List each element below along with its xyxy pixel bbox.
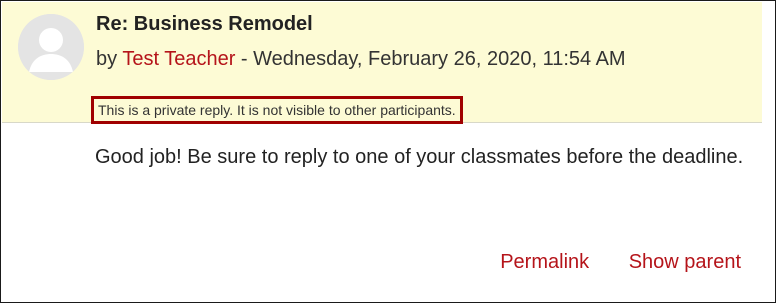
date-separator: - — [235, 48, 254, 70]
post-date: Wednesday, February 26, 2020, 11:54 AM — [253, 48, 626, 70]
author-link[interactable]: Test Teacher — [122, 48, 235, 70]
show-parent-link[interactable]: Show parent — [629, 251, 741, 273]
forum-post: Re: Business Remodel by Test Teacher - W… — [0, 0, 776, 303]
by-prefix: by — [96, 48, 123, 70]
permalink-link[interactable]: Permalink — [500, 251, 589, 273]
user-silhouette-icon — [18, 14, 84, 80]
private-reply-notice: This is a private reply. It is not visib… — [91, 96, 463, 124]
user-avatar[interactable] — [18, 14, 84, 80]
post-byline: by Test Teacher - Wednesday, February 26… — [96, 48, 626, 71]
post-title: Re: Business Remodel — [96, 13, 313, 35]
post-message: Good job! Be sure to reply to one of you… — [95, 146, 744, 168]
post-commands: Permalink Show parent — [466, 251, 741, 274]
post-header: Re: Business Remodel by Test Teacher - W… — [2, 2, 762, 124]
